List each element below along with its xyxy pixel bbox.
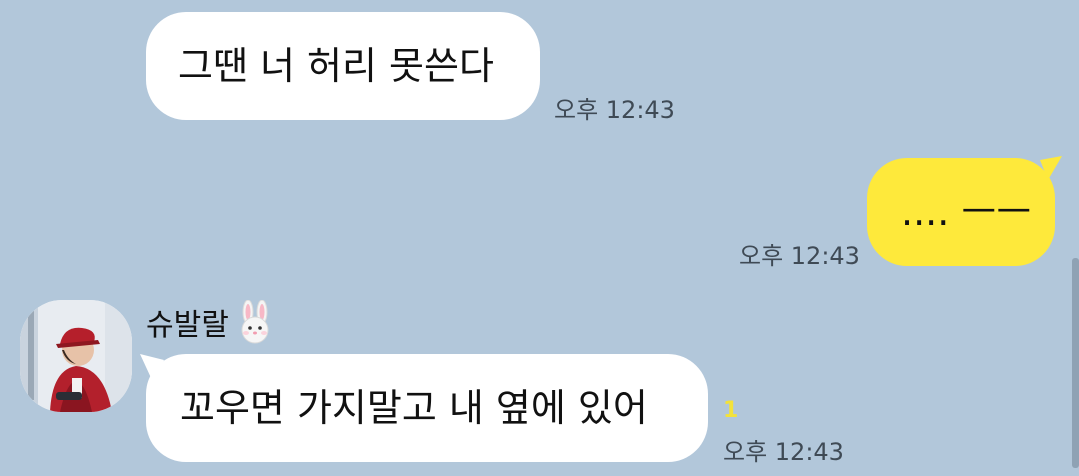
chat-room: 그땐 너 허리 못쓴다 오후 12:43 .... ㅡㅡ 오후 12:43 슈발… <box>0 0 1079 476</box>
bubble-tail <box>1040 156 1062 180</box>
message-text: .... ㅡㅡ <box>901 190 1032 234</box>
message-time: 오후 12:43 <box>739 242 860 270</box>
avatar[interactable] <box>20 300 132 412</box>
message-bubble-incoming[interactable]: 그땐 너 허리 못쓴다 <box>146 12 540 120</box>
rabbit-face-icon <box>241 300 269 344</box>
message-bubble-outgoing[interactable]: .... ㅡㅡ <box>867 158 1055 266</box>
message-time: 오후 12:43 <box>554 96 675 124</box>
sender-name: 슈발랄 <box>146 300 275 344</box>
unread-count: 1 <box>723 398 739 423</box>
scrollbar[interactable] <box>1072 258 1079 468</box>
message-bubble-incoming[interactable]: 꼬우면 가지말고 내 옆에 있어 <box>146 354 708 462</box>
profile-photo-image <box>20 300 132 412</box>
message-text: 꼬우면 가지말고 내 옆에 있어 <box>180 386 648 430</box>
sender-name-text: 슈발랄 <box>146 308 229 343</box>
message-text: 그땐 너 허리 못쓴다 <box>178 44 494 88</box>
message-time: 오후 12:43 <box>723 438 844 466</box>
